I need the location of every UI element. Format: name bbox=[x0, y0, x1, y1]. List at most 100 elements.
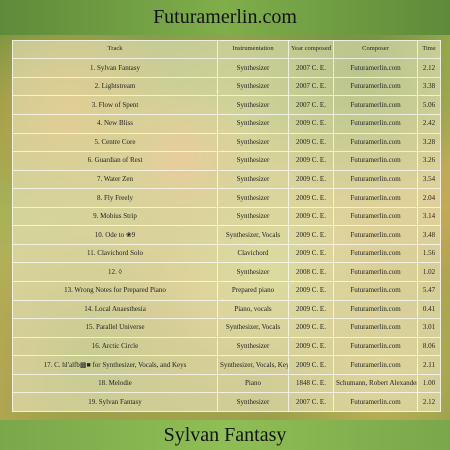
track-composer-cell: Futuramerlin.com bbox=[333, 336, 418, 357]
track-time-cell: 3.54 bbox=[417, 169, 441, 190]
track-composer-cell: Futuramerlin.com bbox=[333, 262, 418, 283]
track-track-cell[interactable]: 4. New Bliss bbox=[12, 113, 218, 134]
track-composer-cell: Futuramerlin.com bbox=[333, 95, 418, 115]
track-row[interactable]: 8. Fly Freely Synthesizer 2009 C. E. Futura… bbox=[12, 188, 441, 208]
track-year-cell: 2009 C. E. bbox=[288, 206, 334, 227]
track-year-cell: 2008 C. E. bbox=[288, 262, 334, 283]
track-year-cell: 2007 C. E. bbox=[288, 95, 334, 115]
track-instrumentation-cell: Synthesizer bbox=[217, 206, 289, 227]
track-composer-cell: Futuramerlin.com bbox=[333, 243, 418, 264]
track-year-cell: 2009 C. E. bbox=[288, 113, 334, 134]
track-row[interactable]: 11. Clavichord Solo Clavichord 2009 C. E. F… bbox=[12, 243, 441, 264]
track-time-cell: 5.06 bbox=[417, 95, 441, 115]
track-track-cell[interactable]: 19. Sylvan Fantasy bbox=[12, 392, 218, 412]
track-track-cell[interactable]: 14. Local Anaesthesia bbox=[12, 299, 218, 320]
track-composer-cell: Futuramerlin.com bbox=[333, 76, 418, 97]
track-row[interactable]: 5. Centre Core Synthesizer 2009 C. E. Futur… bbox=[12, 132, 441, 153]
track-track-cell[interactable]: 2. Lightstream bbox=[12, 76, 218, 97]
track-track-cell[interactable]: 10. Ode to ❀9 bbox=[12, 225, 218, 245]
track-composer-cell: Futuramerlin.com bbox=[333, 299, 418, 320]
track-composer-cell: Futuramerlin.com bbox=[333, 169, 418, 190]
track-track-cell[interactable]: 5. Centre Core bbox=[12, 132, 218, 153]
track-row[interactable]: 16. Arctic Circle Synthesizer 2009 C. E. Fu… bbox=[12, 336, 441, 357]
track-row[interactable]: 1. Sylvan Fantasy Synthesizer 2007 C. E. Fu… bbox=[12, 58, 441, 78]
track-instrumentation-cell: Synthesizer bbox=[217, 76, 289, 97]
track-track-cell[interactable]: 17. C. hl'alfb▩■ for Synthesizer, Vocals… bbox=[12, 355, 218, 375]
track-time-cell: 3.48 bbox=[417, 225, 441, 245]
column-header-year: Year composed bbox=[288, 39, 334, 60]
track-year-cell: 2009 C. E. bbox=[288, 336, 334, 357]
track-instrumentation-cell: Synthesizer bbox=[217, 113, 289, 134]
now-playing-title: Sylvan Fantasy bbox=[163, 423, 287, 446]
track-track-cell[interactable]: 7. Water Zen bbox=[12, 169, 218, 190]
tracklist-panel: Track Instrumentation Year composed Compose… bbox=[12, 39, 441, 412]
track-time-cell: 2.11 bbox=[417, 355, 441, 375]
track-instrumentation-cell: Synthesizer bbox=[217, 58, 289, 78]
track-year-cell: 2009 C. E. bbox=[288, 169, 334, 190]
track-composer-cell: Futuramerlin.com bbox=[333, 206, 418, 227]
column-header-composer: Composer bbox=[333, 39, 418, 60]
track-instrumentation-cell: Synthesizer bbox=[217, 336, 289, 357]
track-row[interactable]: 17. C. hl'alfb▩■ for Synthesizer, Vocals… bbox=[12, 355, 441, 375]
track-instrumentation-cell: Synthesizer bbox=[217, 392, 289, 412]
track-composer-cell: Futuramerlin.com bbox=[333, 392, 418, 412]
track-track-cell[interactable]: 6. Guardian of Rest bbox=[12, 151, 218, 171]
track-track-cell[interactable]: 3. Flow of Spent bbox=[12, 95, 218, 115]
track-row[interactable]: 6. Guardian of Rest Synthesizer 2009 C. E.… bbox=[12, 151, 441, 171]
track-track-cell[interactable]: 8. Fly Freely bbox=[12, 188, 218, 208]
track-instrumentation-cell: Piano bbox=[217, 373, 289, 394]
track-instrumentation-cell: Synthesizer, Vocals bbox=[217, 225, 289, 245]
track-time-cell: 2.04 bbox=[417, 188, 441, 208]
track-row[interactable]: 2. Lightstream Synthesizer 2007 C. E. Futur… bbox=[12, 76, 441, 97]
site-title: Futuramerlin.com bbox=[153, 6, 297, 28]
track-row[interactable]: 15. Parallel Universe Synthesizer, Vocals… bbox=[12, 318, 441, 338]
track-track-cell[interactable]: 11. Clavichord Solo bbox=[12, 243, 218, 264]
track-time-cell: 3.14 bbox=[417, 206, 441, 227]
track-track-cell[interactable]: 1. Sylvan Fantasy bbox=[12, 58, 218, 78]
now-playing-banner: Sylvan Fantasy bbox=[0, 420, 450, 450]
track-row[interactable]: 12. ◊ Synthesizer 2008 C. E. Futuramerlin.c… bbox=[12, 262, 441, 283]
track-instrumentation-cell: Synthesizer, Vocals, Keys bbox=[217, 355, 289, 375]
track-composer-cell: Schumann, Robert Alexander bbox=[333, 373, 418, 394]
track-time-cell: 3.26 bbox=[417, 151, 441, 171]
tracklist-table: Track Instrumentation Year composed Compose… bbox=[12, 39, 441, 412]
track-track-cell[interactable]: 13. Wrong Notes for Prepared Piano bbox=[12, 281, 218, 301]
track-track-cell[interactable]: 12. ◊ bbox=[12, 262, 218, 283]
track-composer-cell: Futuramerlin.com bbox=[333, 58, 418, 78]
track-row[interactable]: 19. Sylvan Fantasy Synthesizer 2007 C. E. F… bbox=[12, 392, 441, 412]
track-year-cell: 2007 C. E. bbox=[288, 76, 334, 97]
track-instrumentation-cell: Synthesizer bbox=[217, 262, 289, 283]
track-row[interactable]: 13. Wrong Notes for Prepared Piano Prepar… bbox=[12, 281, 441, 301]
track-track-cell[interactable]: 15. Parallel Universe bbox=[12, 318, 218, 338]
track-time-cell: 5.47 bbox=[417, 281, 441, 301]
track-row[interactable]: 14. Local Anaesthesia Piano, vocals 2009 C… bbox=[12, 299, 441, 320]
track-time-cell: 3.28 bbox=[417, 132, 441, 153]
track-row[interactable]: 9. Mobius Strip Synthesizer 2009 C. E. Futu… bbox=[12, 206, 441, 227]
track-track-cell[interactable]: 16. Arctic Circle bbox=[12, 336, 218, 357]
track-year-cell: 2009 C. E. bbox=[288, 132, 334, 153]
track-year-cell: 2009 C. E. bbox=[288, 243, 334, 264]
track-track-cell[interactable]: 18. Melodie bbox=[12, 373, 218, 394]
track-row[interactable]: 18. Melodie Piano 1848 C. E. Schumann, Robe… bbox=[12, 373, 441, 394]
track-row[interactable]: 4. New Bliss Synthesizer 2009 C. E. Futuram… bbox=[12, 113, 441, 134]
header-row: Track Instrumentation Year composed Compose… bbox=[12, 39, 441, 60]
track-time-cell: 1.00 bbox=[417, 373, 441, 394]
track-composer-cell: Futuramerlin.com bbox=[333, 281, 418, 301]
track-composer-cell: Futuramerlin.com bbox=[333, 355, 418, 375]
track-year-cell: 2009 C. E. bbox=[288, 151, 334, 171]
track-instrumentation-cell: Synthesizer, Vocals bbox=[217, 318, 289, 338]
track-track-cell[interactable]: 9. Mobius Strip bbox=[12, 206, 218, 227]
track-instrumentation-cell: Prepared piano bbox=[217, 281, 289, 301]
track-row[interactable]: 10. Ode to ❀9 Synthesizer, Vocals 2009 C. … bbox=[12, 225, 441, 245]
track-time-cell: 8.06 bbox=[417, 336, 441, 357]
track-time-cell: 2.12 bbox=[417, 58, 441, 78]
track-composer-cell: Futuramerlin.com bbox=[333, 113, 418, 134]
track-instrumentation-cell: Synthesizer bbox=[217, 151, 289, 171]
track-row[interactable]: 7. Water Zen Synthesizer 2009 C. E. Futuram… bbox=[12, 169, 441, 190]
track-time-cell: 3.01 bbox=[417, 318, 441, 338]
track-time-cell: 3.38 bbox=[417, 76, 441, 97]
track-time-cell: 1.56 bbox=[417, 243, 441, 264]
track-composer-cell: Futuramerlin.com bbox=[333, 188, 418, 208]
track-row[interactable]: 3. Flow of Spent Synthesizer 2007 C. E. Fut… bbox=[12, 95, 441, 115]
track-time-cell: 0.41 bbox=[417, 299, 441, 320]
